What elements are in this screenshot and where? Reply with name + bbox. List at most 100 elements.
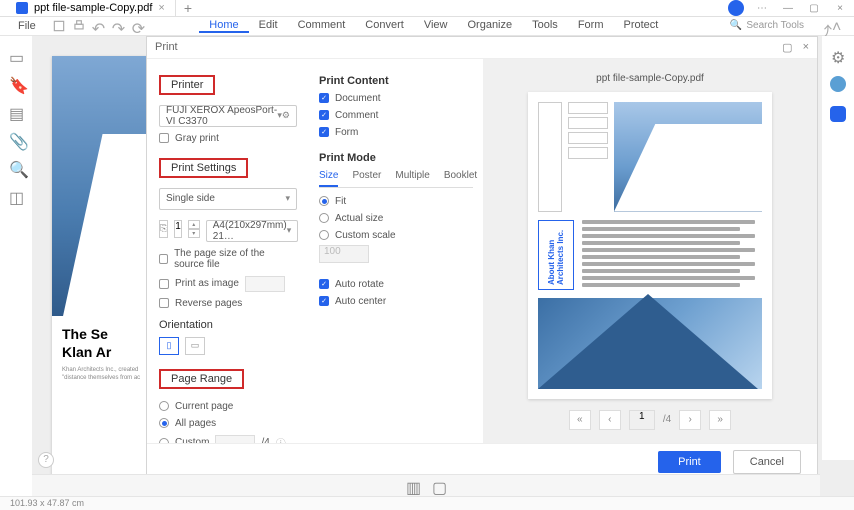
print-content-heading: Print Content (319, 75, 473, 87)
actual-size-radio[interactable] (319, 213, 329, 223)
close-tab-icon[interactable]: × (158, 2, 164, 14)
fit-radio[interactable] (319, 196, 329, 206)
dialog-close-icon[interactable]: × (803, 41, 809, 54)
statusbar: 101.93 x 47.87 cm (0, 496, 854, 510)
page-range-heading: Page Range (159, 369, 244, 389)
pager-total: /4 (663, 414, 671, 425)
thumbnails-icon[interactable]: ▭ (9, 48, 23, 62)
content-comment-checkbox[interactable]: ✓ (319, 110, 329, 120)
view-single-icon[interactable]: ▢ (432, 478, 446, 492)
duplex-select[interactable]: Single side▾ (159, 188, 297, 210)
source-size-checkbox[interactable] (159, 254, 168, 264)
search-side-icon[interactable]: 🔍 (9, 160, 23, 174)
print-icon[interactable] (72, 19, 86, 33)
preview-image-top (614, 102, 762, 212)
preview-pager: « ‹ 1 /4 › » (569, 407, 731, 433)
tab-protect[interactable]: Protect (613, 19, 668, 33)
paper-select[interactable]: A4(210x297mm) 21…▾ (206, 220, 298, 242)
settings-icon[interactable]: ⚙ (831, 48, 845, 62)
pager-first[interactable]: « (569, 410, 591, 430)
left-toolbar: ▭ 🔖 ▤ 📎 🔍 ◫ (0, 36, 32, 496)
minimize-icon[interactable]: — (780, 0, 796, 16)
tab-edit[interactable]: Edit (249, 19, 288, 33)
print-settings-heading: Print Settings (159, 158, 248, 178)
save-icon[interactable] (52, 19, 66, 33)
main-area: ▭ 🔖 ▤ 📎 🔍 ◫ The Se Klan Ar Khan Architec… (0, 36, 854, 496)
orientation-landscape[interactable]: ▭ (185, 337, 205, 355)
history-icon[interactable]: ⟳ (132, 19, 146, 33)
tab-home[interactable]: Home (199, 19, 248, 33)
tab-tools[interactable]: Tools (522, 19, 568, 33)
all-pages-radio[interactable] (159, 418, 169, 428)
expand-icon[interactable]: ˄ (832, 19, 846, 33)
orientation-portrait[interactable]: ▯ (159, 337, 179, 355)
help-icon[interactable]: ? (38, 452, 54, 468)
orientation-heading: Orientation (159, 319, 297, 331)
auto-center-checkbox[interactable]: ✓ (319, 296, 329, 306)
auto-rotate-checkbox[interactable]: ✓ (319, 279, 329, 289)
attachment-icon[interactable]: 📎 (9, 132, 23, 146)
copies-input[interactable]: 1 (174, 220, 182, 238)
info-icon[interactable]: ⓘ (276, 435, 286, 443)
close-window-icon[interactable]: × (832, 0, 848, 16)
maximize-icon[interactable]: ▢ (806, 0, 822, 16)
print-preview-column: ppt file-sample-Copy.pdf About Khan Arch… (483, 59, 817, 443)
print-middle-column: Print Content ✓Document ✓Comment ✓Form P… (309, 59, 483, 443)
pager-last[interactable]: » (709, 410, 731, 430)
tab-title: ppt file-sample-Copy.pdf (34, 2, 152, 14)
gray-print-checkbox[interactable] (159, 133, 169, 143)
box-icon[interactable]: ◫ (9, 188, 23, 202)
copies-down[interactable]: ▾ (188, 229, 200, 238)
pager-input[interactable]: 1 (629, 410, 655, 430)
user-avatar-icon[interactable] (728, 0, 744, 16)
dpi-input[interactable] (245, 276, 285, 292)
layers-icon[interactable]: ▤ (9, 104, 23, 118)
tab-convert[interactable]: Convert (355, 19, 414, 33)
print-button[interactable]: Print (658, 451, 721, 473)
ai-icon[interactable] (830, 76, 846, 92)
current-page-radio[interactable] (159, 401, 169, 411)
menubar: File ↶ ↷ ⟳ Home Edit Comment Convert Vie… (0, 17, 854, 36)
bookmark-icon[interactable]: 🔖 (9, 76, 23, 90)
chevron-down-icon: ▾ (287, 225, 292, 236)
reverse-pages-checkbox[interactable] (159, 298, 169, 308)
tab-form[interactable]: Form (568, 19, 614, 33)
gear-icon[interactable]: ⚙ (282, 110, 290, 121)
tab-organize[interactable]: Organize (457, 19, 522, 33)
custom-scale-radio[interactable] (319, 230, 329, 240)
mode-multiple-tab[interactable]: Multiple (395, 170, 429, 187)
file-menu[interactable]: File (8, 20, 46, 32)
print-dialog: Print ▢ × Printer FUJI XEROX ApeosPort-V… (146, 36, 818, 482)
chevron-down-icon: ▾ (285, 193, 290, 204)
view-continuous-icon[interactable]: ▥ (406, 478, 420, 492)
assistant-icon[interactable] (830, 106, 846, 122)
mode-booklet-tab[interactable]: Booklet (444, 170, 477, 187)
share-icon[interactable]: ⤴ (816, 19, 830, 33)
preview-title: ppt file-sample-Copy.pdf (596, 69, 704, 92)
content-document-checkbox[interactable]: ✓ (319, 93, 329, 103)
document-tab[interactable]: ppt file-sample-Copy.pdf × (6, 0, 176, 16)
dialog-maximize-icon[interactable]: ▢ (782, 41, 792, 54)
search-tools[interactable]: 🔍 Search Tools (730, 20, 804, 31)
right-toolbar: ⚙ (822, 36, 854, 460)
printer-select[interactable]: FUJI XEROX ApeosPort-VI C3370 ▾ ⚙ (159, 105, 297, 127)
custom-range-input[interactable] (215, 435, 255, 443)
redo-icon[interactable]: ↷ (112, 19, 126, 33)
scale-input[interactable]: 100 (319, 245, 369, 263)
content-form-checkbox[interactable]: ✓ (319, 127, 329, 137)
pager-next[interactable]: › (679, 410, 701, 430)
undo-icon[interactable]: ↶ (92, 19, 106, 33)
preview-side-strip (538, 102, 562, 212)
page-size-status: 101.93 x 47.87 cm (10, 498, 84, 508)
pager-prev[interactable]: ‹ (599, 410, 621, 430)
mode-poster-tab[interactable]: Poster (352, 170, 381, 187)
tab-comment[interactable]: Comment (288, 19, 356, 33)
mode-size-tab[interactable]: Size (319, 170, 338, 187)
copies-icon: ⎘ (159, 220, 168, 238)
menu-icon[interactable]: ⋯ (754, 0, 770, 16)
print-as-image-checkbox[interactable] (159, 279, 169, 289)
tab-view[interactable]: View (414, 19, 458, 33)
cancel-button[interactable]: Cancel (733, 450, 801, 474)
new-tab-button[interactable]: + (176, 0, 200, 16)
copies-up[interactable]: ▴ (188, 220, 200, 229)
